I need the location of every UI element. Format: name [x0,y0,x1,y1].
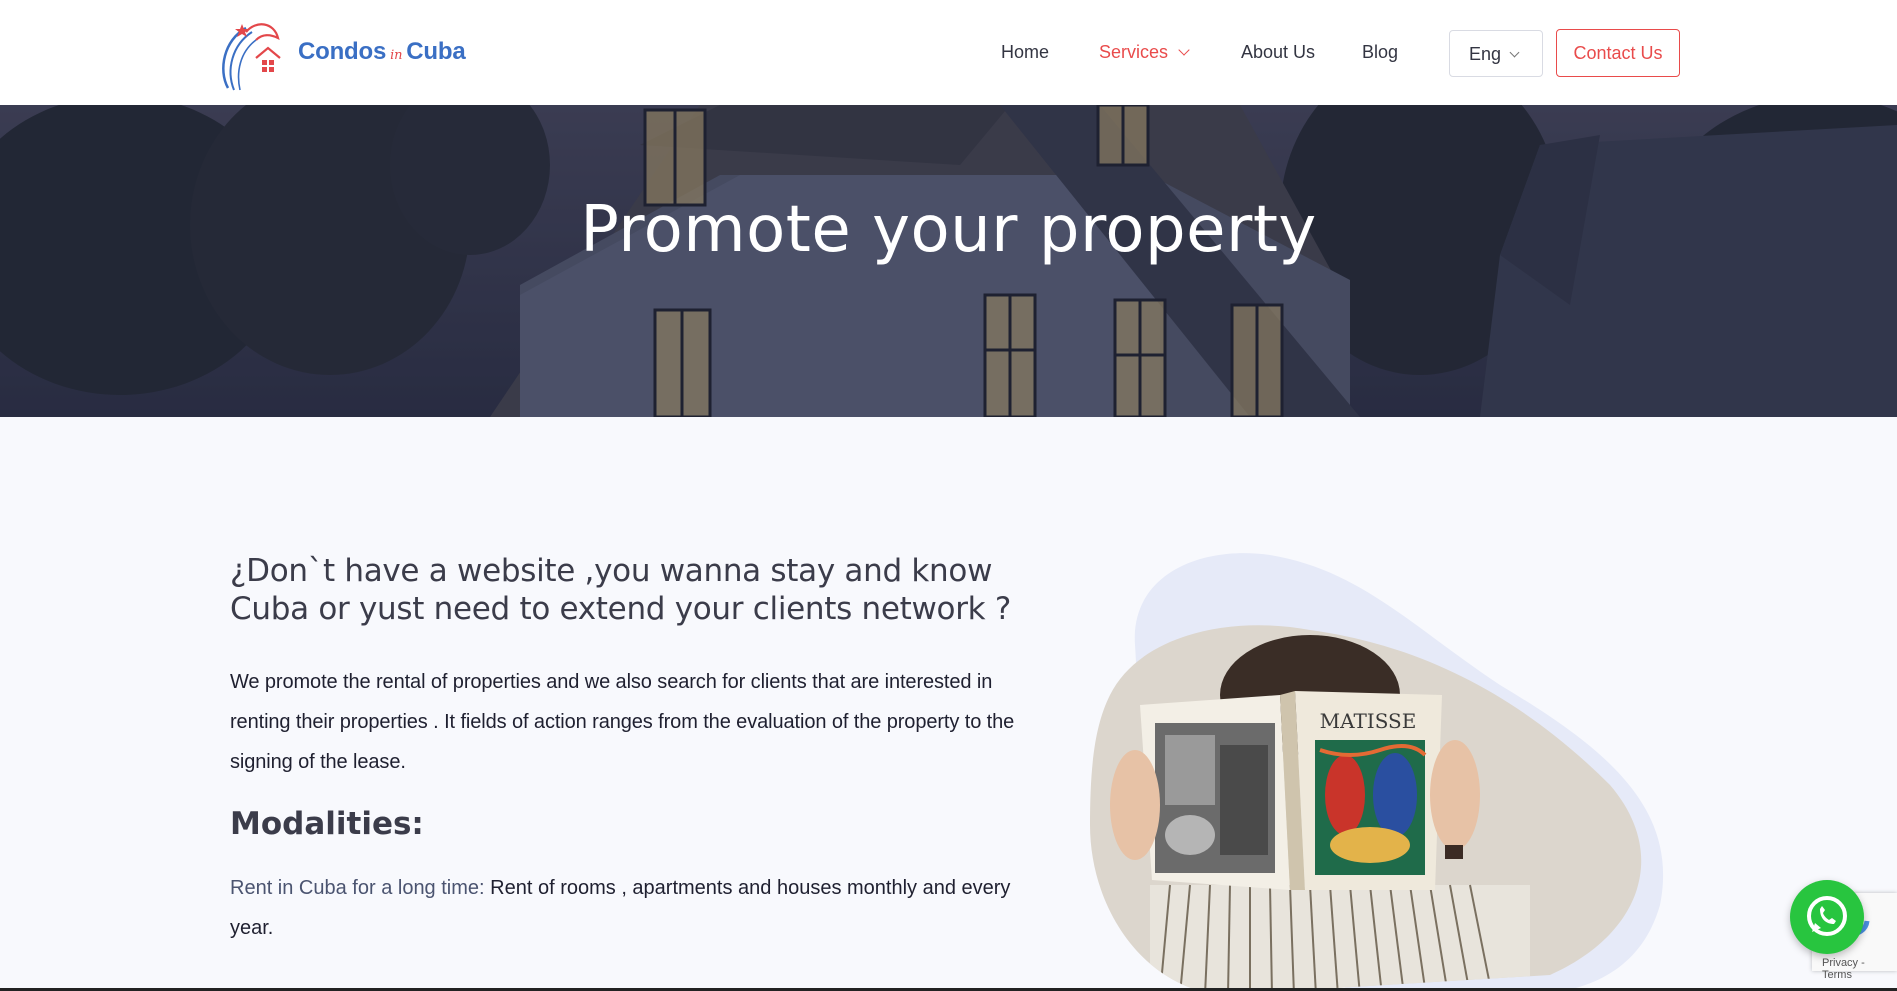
main-content: ¿Don`t have a website ,you wanna stay an… [230,552,1030,948]
nav-services-label: Services [1099,42,1169,62]
chevron-down-icon [1178,44,1190,56]
intro-question: ¿Don`t have a website ,you wanna stay an… [230,553,1012,627]
nav-about[interactable]: About Us [1241,42,1315,63]
nav-home[interactable]: Home [1001,42,1049,63]
woman-reading-image: MATISSE [1090,553,1664,991]
rent-long-term-paragraph: Rent in Cuba for a long time: Rent of ro… [230,868,1030,948]
recaptcha-privacy-link[interactable]: Privacy [1822,957,1858,969]
whatsapp-icon [1807,896,1847,936]
chevron-down-icon [1509,47,1520,58]
hero-banner: Promote your property [0,105,1897,417]
recaptcha-terms-link[interactable]: Terms [1822,969,1852,981]
book-title: MATISSE [1320,709,1417,733]
page-title: Promote your property [580,193,1317,267]
site-header: Condos in Cuba Home Services About Us Bl… [0,0,1897,105]
intro-paragraph: We promote the rental of properties and … [230,671,1015,773]
language-select[interactable]: Eng [1449,30,1543,77]
feature-image: MATISSE [1080,545,1680,991]
recaptcha-links: Privacy - Terms [1822,957,1865,981]
whatsapp-button[interactable] [1790,880,1864,954]
nav-services[interactable]: Services [1099,42,1190,63]
contact-us-button[interactable]: Contact Us [1556,29,1680,77]
nav-blog[interactable]: Blog [1362,42,1398,63]
main-nav: Home Services About Us Blog Eng Contact … [0,0,1897,105]
language-label: Eng [1469,44,1502,64]
rent-long-term-label: Rent in Cuba for a long time: [230,877,485,899]
modalities-heading: Modalities: [230,806,424,842]
